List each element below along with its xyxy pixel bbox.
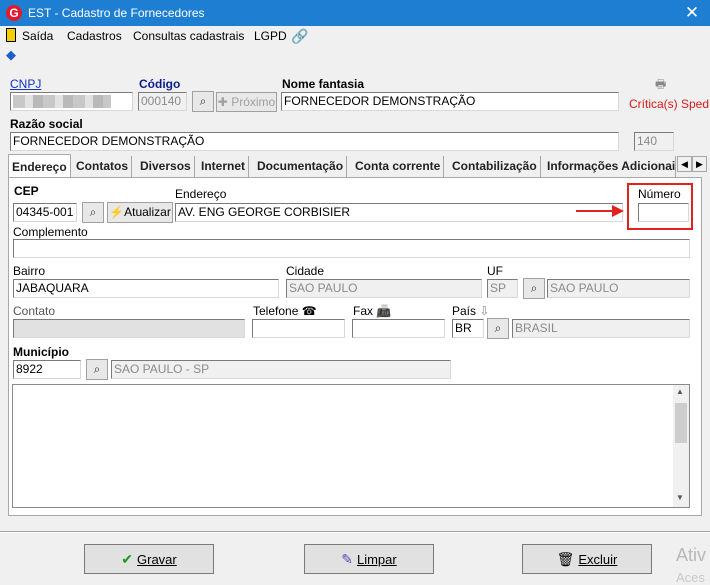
endereco-field[interactable]: AV. ENG GEORGE CORBISIER bbox=[175, 203, 623, 222]
criticas-sped-link[interactable]: Crítica(s) Sped bbox=[629, 97, 709, 111]
endereco-label: Endereço bbox=[175, 187, 227, 201]
fax-field[interactable] bbox=[352, 319, 445, 338]
atualizar-label: Atualizar bbox=[124, 205, 171, 219]
nome-fantasia-label: Nome fantasia bbox=[282, 77, 365, 91]
cnpj-blurred-value bbox=[13, 95, 111, 108]
trash-icon: 🗑 bbox=[556, 551, 575, 567]
excluir-label: Excluir bbox=[578, 552, 618, 567]
cep-field[interactable]: 04345-001 bbox=[13, 203, 77, 222]
codigo-label: Código bbox=[139, 77, 181, 91]
tab-scroll-right-button[interactable]: ▶ bbox=[692, 156, 707, 172]
uf-search-button[interactable]: ⌕ bbox=[523, 278, 545, 299]
activation-watermark-subtext: Aces bbox=[676, 570, 705, 585]
lightning-icon: ⚡ bbox=[109, 205, 125, 219]
atualizar-button[interactable]: ⚡Atualizar bbox=[107, 202, 173, 223]
uf-label: UF bbox=[487, 264, 503, 278]
memo-scrollbar[interactable]: ▲ ▼ bbox=[673, 385, 689, 507]
gravar-label: Gravar bbox=[137, 552, 177, 567]
limpar-label: Limpar bbox=[356, 552, 397, 567]
cep-search-button[interactable]: ⌕ bbox=[82, 202, 104, 223]
tab-strip: Endereço Contatos Diversos Internet Docu… bbox=[8, 154, 708, 177]
tab-conta-corrente[interactable]: Conta corrente bbox=[352, 156, 445, 177]
tab-contatos[interactable]: Contatos bbox=[73, 156, 132, 177]
checkmark-icon: ✔ bbox=[121, 551, 133, 567]
nome-fantasia-field[interactable]: FORNECEDOR DEMONSTRAÇÃO bbox=[281, 92, 619, 111]
codigo-field[interactable]: 000140 bbox=[138, 92, 187, 111]
telephone-icon: ☎ bbox=[301, 304, 317, 318]
municipio-code-field[interactable]: 8922 bbox=[13, 360, 81, 379]
complemento-label: Complemento bbox=[13, 225, 88, 239]
telefone-label-text: Telefone bbox=[253, 304, 299, 318]
footer-divider bbox=[0, 531, 710, 533]
complemento-field[interactable] bbox=[13, 239, 690, 258]
tab-endereco[interactable]: Endereço bbox=[8, 154, 71, 177]
pais-info-icon: ⇩ bbox=[479, 304, 490, 318]
menu-cadastros[interactable]: Cadastros bbox=[67, 29, 122, 43]
limpar-button[interactable]: ✎ Limpar bbox=[304, 544, 434, 574]
contato-field[interactable] bbox=[13, 319, 245, 338]
fax-label: Fax 📠 bbox=[353, 304, 391, 318]
link-icon[interactable]: 🔗 bbox=[291, 29, 308, 43]
menu-lgpd[interactable]: LGPD bbox=[254, 29, 287, 43]
fax-icon: 📠 bbox=[376, 304, 392, 318]
bairro-label: Bairro bbox=[13, 264, 46, 278]
memo-scroll-thumb[interactable] bbox=[675, 403, 687, 443]
cidade-label: Cidade bbox=[286, 264, 325, 278]
razao-social-field[interactable]: FORNECEDOR DEMONSTRAÇÃO bbox=[10, 132, 619, 151]
cnpj-label[interactable]: CNPJ bbox=[10, 77, 41, 91]
eraser-icon: ✎ bbox=[341, 551, 353, 567]
annotation-arrow-head bbox=[612, 205, 624, 217]
scroll-down-icon[interactable]: ▼ bbox=[676, 493, 684, 502]
menu-consultas-cadastrais[interactable]: Consultas cadastrais bbox=[133, 29, 244, 43]
exit-door-icon bbox=[6, 28, 16, 42]
uf-field[interactable]: SP bbox=[487, 279, 518, 298]
pais-search-button[interactable]: ⌕ bbox=[487, 318, 509, 339]
menu-saida[interactable]: Saída bbox=[22, 29, 53, 43]
tab-contabilizacao[interactable]: Contabilização bbox=[449, 156, 541, 177]
gravar-button[interactable]: ✔ Gravar bbox=[84, 544, 214, 574]
proximo-label: Próximo bbox=[231, 95, 276, 109]
pais-label-text: País bbox=[452, 304, 477, 318]
plus-icon: ✚ bbox=[217, 95, 232, 109]
search-binoculars-button[interactable]: ⌕ bbox=[192, 91, 214, 112]
close-window-button[interactable]: ✕ bbox=[678, 3, 706, 23]
observacoes-memo[interactable]: ▲ ▼ bbox=[12, 384, 690, 508]
annotation-highlight-box bbox=[627, 183, 693, 230]
pais-code-field[interactable]: BR bbox=[452, 319, 484, 338]
toolbar-diamond-icon[interactable]: ◆ bbox=[6, 48, 20, 62]
telefone-label: Telefone ☎ bbox=[253, 304, 317, 318]
pais-label: País ⇩ bbox=[452, 304, 489, 318]
razao-social-char-count: 140 bbox=[634, 132, 674, 151]
contato-label: Contato bbox=[13, 304, 56, 318]
activation-watermark: Ativ bbox=[676, 545, 707, 565]
fax-label-text: Fax bbox=[353, 304, 374, 318]
pais-name-field: BRASIL bbox=[512, 319, 690, 338]
bairro-field[interactable]: JABAQUARA bbox=[13, 279, 279, 298]
app-logo-icon: G bbox=[6, 5, 22, 21]
proximo-button[interactable]: ✚ Próximo bbox=[216, 92, 277, 112]
cep-label: CEP bbox=[14, 184, 39, 198]
tab-scroll-left-button[interactable]: ◀ bbox=[677, 156, 692, 172]
municipio-label: Município bbox=[13, 345, 69, 359]
tab-internet[interactable]: Internet bbox=[198, 156, 250, 177]
municipio-name-field: SAO PAULO - SP bbox=[111, 360, 451, 379]
tab-informacoes-adicionais[interactable]: Informações Adicionai bbox=[544, 156, 676, 177]
title-bar: G EST - Cadastro de Fornecedores ✕ bbox=[0, 0, 710, 26]
razao-social-label: Razão social bbox=[10, 117, 83, 131]
window-title: EST - Cadastro de Fornecedores bbox=[28, 6, 205, 20]
scroll-up-icon[interactable]: ▲ bbox=[676, 387, 684, 396]
cnpj-field[interactable] bbox=[10, 92, 133, 111]
excluir-button[interactable]: 🗑 Excluir bbox=[522, 544, 652, 574]
telefone-field[interactable] bbox=[252, 319, 345, 338]
uf-name-field: SAO PAULO bbox=[547, 279, 690, 298]
cidade-field[interactable]: SAO PAULO bbox=[286, 279, 482, 298]
tab-diversos[interactable]: Diversos bbox=[137, 156, 195, 177]
municipio-search-button[interactable]: ⌕ bbox=[86, 359, 108, 380]
tab-documentacao[interactable]: Documentação bbox=[254, 156, 348, 177]
printer-icon[interactable]: 🖶 bbox=[655, 78, 669, 90]
